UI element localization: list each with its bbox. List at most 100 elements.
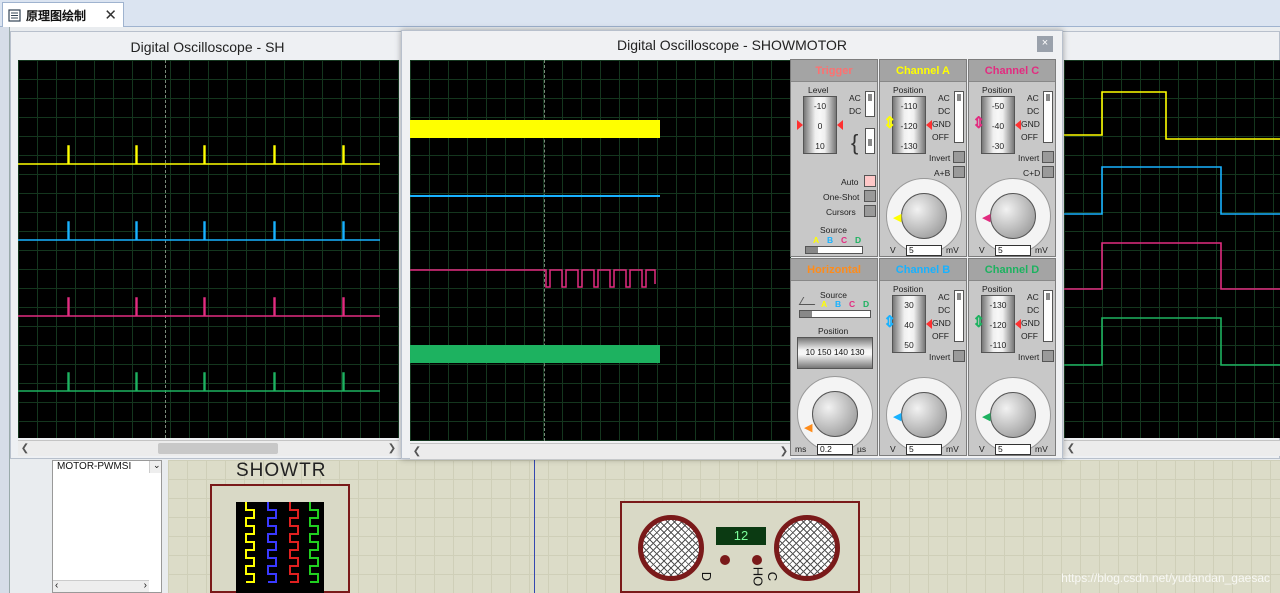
channel-b-invert-button[interactable] xyxy=(953,350,965,362)
channel-c-sum-button[interactable] xyxy=(1042,166,1054,178)
channel-b-volts-input[interactable]: 5 xyxy=(906,444,942,455)
device-list[interactable]: MOTOR-PWMSIMOTOR-STEPP.MPS6518PNPRT0805D… xyxy=(52,460,162,593)
slider-tick: -50 xyxy=(991,101,1005,111)
channel-d-volts-input[interactable]: 5 xyxy=(995,444,1031,455)
channel-d-header: Channel D xyxy=(969,259,1055,281)
scroll-left-icon[interactable]: ❮ xyxy=(410,444,424,459)
horizontal-position-slider[interactable]: 10 150 140 130 xyxy=(797,337,873,369)
scroll-right-icon[interactable]: ❯ xyxy=(385,441,399,456)
left-oscilloscope-scrollbar[interactable]: ❮ ❯ xyxy=(18,440,399,456)
main-oscilloscope-scrollbar[interactable]: ❮ ❯ xyxy=(410,443,791,459)
device-list-hscroll[interactable]: ‹ › xyxy=(53,579,149,592)
dc-label: DC xyxy=(938,106,951,116)
channel-c-panel: Channel C Position -50 -40 -30 ⇕ AC DC G… xyxy=(968,59,1056,257)
scroll-left-icon[interactable]: ❮ xyxy=(18,441,32,456)
scroll-down-icon[interactable]: ⌄ xyxy=(151,461,161,471)
invert-label: Invert xyxy=(929,153,951,163)
source-a: A xyxy=(813,235,820,245)
device-list-item[interactable]: MOTOR-PWMSI xyxy=(55,461,161,473)
scrollbar-thumb[interactable] xyxy=(158,443,278,454)
trigger-coupling-switch[interactable] xyxy=(865,91,875,117)
channel-d-position-slider[interactable]: -130 -120 -110 ⇕ xyxy=(972,295,1021,353)
channel-c-coupling-switch[interactable] xyxy=(1043,91,1053,143)
auto-label: Auto xyxy=(841,177,859,187)
slider-tick: 40 xyxy=(904,320,914,330)
channel-b-position-slider[interactable]: 30 40 50 ⇕ xyxy=(883,295,932,353)
right-oscilloscope-window[interactable]: ❮ ❮ xyxy=(1060,31,1280,459)
c-plus-d-label: C+D xyxy=(1023,168,1041,178)
source-label: Source xyxy=(820,225,847,235)
right-oscilloscope-scrollbar[interactable]: ❮ xyxy=(1064,440,1280,456)
trigger-level-slider[interactable]: -10 0 10 xyxy=(797,96,843,154)
channel-d-volts-knob[interactable]: ◀ xyxy=(975,377,1051,453)
left-oscilloscope-window[interactable]: Digital Oscilloscope - SH ❮ ❯ xyxy=(10,31,405,459)
one-shot-button[interactable] xyxy=(864,190,876,202)
watermark: https://blog.csdn.net/yudandan_gaesac xyxy=(1061,571,1270,585)
source-b: B xyxy=(835,299,842,309)
slider-tick: -10 xyxy=(813,101,827,111)
horizontal-source-slider[interactable] xyxy=(799,310,871,318)
gnd-label: GND xyxy=(1021,119,1040,129)
trigger-edge-switch[interactable] xyxy=(865,128,875,154)
channel-b-volts-knob[interactable]: ◀ xyxy=(886,377,962,453)
slider-tick: -110 xyxy=(989,340,1007,350)
main-oscilloscope-window[interactable]: Digital Oscilloscope - SHOWMOTOR × ❮ ❯ T… xyxy=(401,30,1063,459)
channel-c-volts-input[interactable]: 5 xyxy=(995,245,1031,256)
cursors-button[interactable] xyxy=(864,205,876,217)
gnd-label: GND xyxy=(932,318,951,328)
ultrasonic-sensor[interactable]: 12 D HO C xyxy=(620,501,860,593)
trigger-source-slider[interactable] xyxy=(805,246,863,254)
pin-trig xyxy=(720,555,730,565)
off-label: OFF xyxy=(932,331,949,341)
tab-schematic-capture[interactable]: 原理图绘制 ✕ xyxy=(2,2,124,27)
channel-b-coupling-switch[interactable] xyxy=(954,290,964,342)
slider-tick: -130 xyxy=(989,300,1007,310)
trace-c xyxy=(410,269,656,288)
channel-c-invert-button[interactable] xyxy=(1042,151,1054,163)
schematic-canvas[interactable]: SHOWTR 12 D HO C https://blog.csdn.net/y… xyxy=(168,460,1280,593)
tab-label: 原理图绘制 xyxy=(26,8,87,23)
cursors-label: Cursors xyxy=(826,207,856,217)
scroll-left-icon[interactable]: ❮ xyxy=(1064,441,1078,456)
slider-tick: -120 xyxy=(989,320,1007,330)
channel-d-coupling-switch[interactable] xyxy=(1043,290,1053,342)
gnd-label: GND xyxy=(1021,318,1040,328)
channel-a-volts-knob[interactable]: ◀ xyxy=(886,178,962,254)
v-label: V xyxy=(979,245,985,255)
horizontal-time-knob[interactable]: ◀ xyxy=(797,376,873,452)
device-list-scrollbar[interactable]: ⌄ xyxy=(149,461,161,474)
horizontal-time-input[interactable]: 0.2 xyxy=(817,444,853,455)
horizontal-header: Horizontal xyxy=(791,259,877,281)
channel-a-position-slider[interactable]: -110 -120 -130 ⇕ xyxy=(883,96,932,154)
ac-label: AC xyxy=(938,93,950,103)
close-window-button[interactable]: × xyxy=(1037,36,1053,52)
knob-pointer-icon: ◀ xyxy=(982,411,991,423)
channel-d-invert-button[interactable] xyxy=(1042,350,1054,362)
close-tab-icon[interactable]: ✕ xyxy=(104,6,117,24)
scroll-right-icon[interactable]: ❯ xyxy=(777,444,791,459)
source-c: C xyxy=(849,299,856,309)
motor-coils xyxy=(236,502,324,593)
channel-a-sum-button[interactable] xyxy=(953,166,965,178)
channel-c-header: Channel C xyxy=(969,60,1055,82)
motor-component[interactable] xyxy=(210,484,350,593)
channel-a-invert-button[interactable] xyxy=(953,151,965,163)
dc-label: DC xyxy=(1027,305,1040,315)
motor-label: SHOWTR xyxy=(236,460,327,481)
auto-button[interactable] xyxy=(864,175,876,187)
slider-tick: 30 xyxy=(904,300,914,310)
invert-label: Invert xyxy=(929,352,951,362)
channel-a-coupling-switch[interactable] xyxy=(954,91,964,143)
level-pointer-icon xyxy=(837,120,843,130)
channel-a-volts-input[interactable]: 5 xyxy=(906,245,942,256)
sensor-transducer-left xyxy=(638,515,704,581)
channel-c-position-slider[interactable]: -50 -40 -30 ⇕ xyxy=(972,96,1021,154)
level-pointer-icon xyxy=(797,120,803,130)
unit-label: mV xyxy=(946,444,959,454)
ac-label: AC xyxy=(1027,292,1039,302)
sensor-transducer-right xyxy=(774,515,840,581)
slider-tick: 0 xyxy=(817,121,823,131)
channel-c-volts-knob[interactable]: ◀ xyxy=(975,178,1051,254)
position-arrow-icon: ⇕ xyxy=(883,314,897,331)
trigger-header: Trigger xyxy=(791,60,877,82)
